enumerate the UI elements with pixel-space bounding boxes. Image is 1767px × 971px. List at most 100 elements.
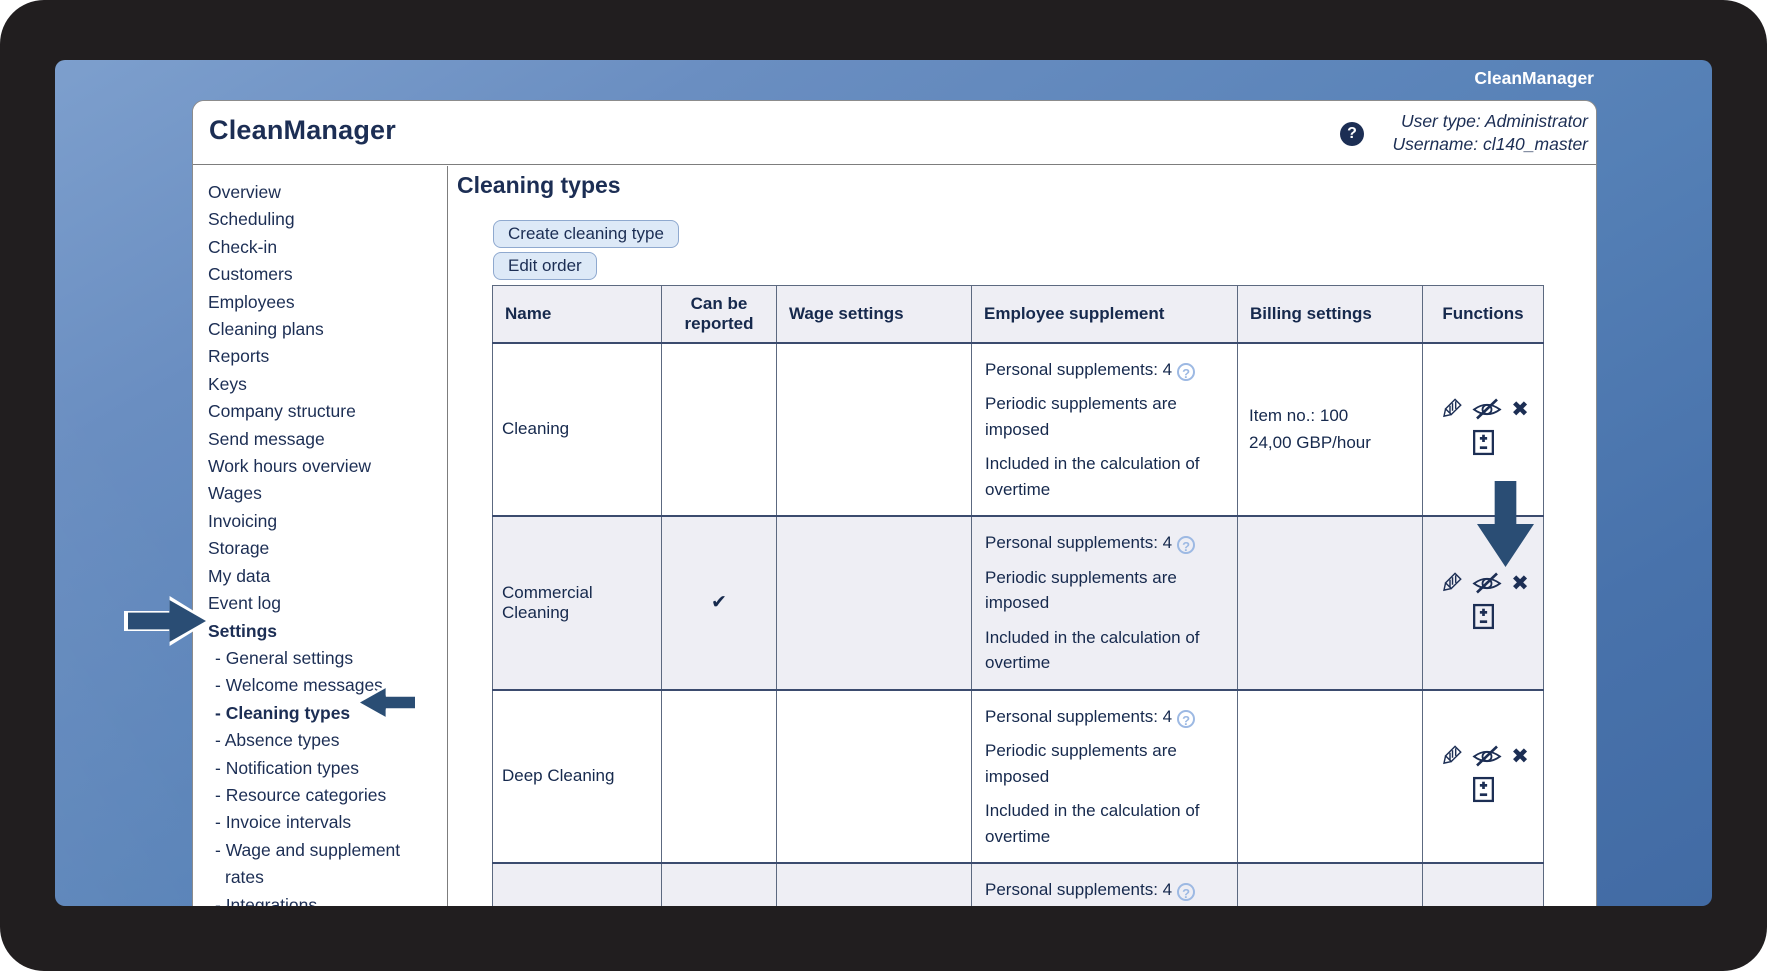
sidebar-item-my-data[interactable]: My data <box>208 563 447 590</box>
table-header-row: Name Can be reported Wage settings Emplo… <box>493 286 1544 343</box>
cell-functions: ✖ <box>1423 863 1544 906</box>
sidebar-list: Overview Scheduling Check-in Customers E… <box>208 179 447 906</box>
sidebar-item-wages[interactable]: Wages <box>208 480 447 507</box>
help-circle-icon[interactable]: ? <box>1177 883 1195 901</box>
sidebar-item-employees[interactable]: Employees <box>208 289 447 316</box>
personal-supplements-text: Personal supplements: 4 <box>985 880 1172 899</box>
sidebar-item-absence-types[interactable]: - Absence types <box>208 727 413 754</box>
sidebar-nav: Overview Scheduling Check-in Customers E… <box>193 166 448 906</box>
sidebar-item-scheduling[interactable]: Scheduling <box>208 206 447 233</box>
cell-reported: ✔ <box>662 516 777 690</box>
personal-supplements-text: Personal supplements: 4 <box>985 533 1172 552</box>
supplement-order-icon[interactable] <box>1472 429 1495 456</box>
delete-icon[interactable]: ✖ <box>1511 399 1529 420</box>
sidebar-item-wage-supplement-rates[interactable]: - Wage and supplement rates <box>208 837 413 892</box>
help-circle-icon[interactable]: ? <box>1177 710 1195 728</box>
delete-icon[interactable]: ✖ <box>1511 746 1529 767</box>
supplement-order-icon[interactable] <box>1472 776 1495 803</box>
app-panel: CleanManager ? User type: Administrator … <box>192 100 1597 906</box>
sidebar-item-integrations[interactable]: - Integrations <box>208 892 413 906</box>
col-header-wage-settings: Wage settings <box>777 286 972 343</box>
cell-wage-settings <box>777 863 972 906</box>
cell-wage-settings <box>777 343 972 517</box>
window-brand-label: CleanManager <box>1474 68 1594 89</box>
page-title: Cleaning types <box>457 172 621 199</box>
sidebar-item-overview[interactable]: Overview <box>208 179 447 206</box>
table-row: Deep Cleaning Personal supplements: 4? P… <box>493 690 1544 864</box>
edit-order-button[interactable]: Edit order <box>493 252 597 280</box>
cell-billing <box>1238 516 1423 690</box>
periodic-supplements-text: Periodic supplements are imposed <box>985 565 1227 616</box>
cell-name: Deep Cleaning <box>493 690 662 864</box>
screenshot-stage: CleanManager CleanManager ? User type: A… <box>0 0 1767 971</box>
hide-icon[interactable] <box>1472 397 1502 422</box>
billing-rate: 24,00 GBP/hour <box>1249 433 1422 453</box>
sidebar-item-customers[interactable]: Customers <box>208 261 447 288</box>
col-header-functions: Functions <box>1423 286 1544 343</box>
hide-icon[interactable] <box>1472 744 1502 769</box>
help-circle-icon[interactable]: ? <box>1177 536 1195 554</box>
sidebar-item-send-message[interactable]: Send message <box>208 426 447 453</box>
cell-employee-supplement: Personal supplements: 4? Periodic supple… <box>972 516 1238 690</box>
sidebar-item-notification-types[interactable]: - Notification types <box>208 755 413 782</box>
cell-name: Commercial Cleaning <box>493 516 662 690</box>
supplement-order-icon[interactable] <box>1472 603 1495 630</box>
col-header-billing-settings: Billing settings <box>1238 286 1423 343</box>
cell-wage-settings <box>777 690 972 864</box>
cell-functions: ✖ <box>1423 690 1544 864</box>
table-row: Commercial Cleaning ✔ Personal supplemen… <box>493 516 1544 690</box>
hide-icon[interactable] <box>1472 571 1502 596</box>
edit-icon[interactable] <box>1437 744 1463 769</box>
sidebar-item-company-structure[interactable]: Company structure <box>208 398 447 425</box>
cell-employee-supplement: Personal supplements: 4? Periodic supple… <box>972 863 1238 906</box>
cell-functions: ✖ <box>1423 516 1544 690</box>
periodic-supplements-text: Periodic supplements are imposed <box>985 391 1227 442</box>
sidebar-item-cleaning-plans[interactable]: Cleaning plans <box>208 316 447 343</box>
username-label: Username: cl140_master <box>1393 133 1589 156</box>
app-title: CleanManager <box>209 115 396 146</box>
overtime-text: Included in the calculation of overtime <box>985 798 1227 849</box>
cell-name: Regular Cleaning <box>493 863 662 906</box>
sidebar-item-work-hours-overview[interactable]: Work hours overview <box>208 453 447 480</box>
cell-billing <box>1238 863 1423 906</box>
help-circle-icon[interactable]: ? <box>1177 363 1195 381</box>
col-header-can-be-reported: Can be reported <box>662 286 777 343</box>
table-row: Cleaning Personal supplements: 4? Period… <box>493 343 1544 517</box>
table-row: Regular Cleaning Personal supplements: 4… <box>493 863 1544 906</box>
sidebar-item-keys[interactable]: Keys <box>208 371 447 398</box>
edit-icon[interactable] <box>1437 397 1463 422</box>
cell-name: Cleaning <box>493 343 662 517</box>
sidebar-item-storage[interactable]: Storage <box>208 535 447 562</box>
cell-functions: ✖ <box>1423 343 1544 517</box>
help-icon[interactable]: ? <box>1340 122 1364 146</box>
delete-icon[interactable]: ✖ <box>1511 573 1529 594</box>
cell-billing: Item no.: 100 24,00 GBP/hour <box>1238 343 1423 517</box>
sidebar-item-invoice-intervals[interactable]: - Invoice intervals <box>208 809 413 836</box>
cell-reported <box>662 343 777 517</box>
sidebar-item-general-settings[interactable]: - General settings <box>208 645 413 672</box>
sidebar-item-settings[interactable]: Settings <box>208 618 447 645</box>
sidebar-item-invoicing[interactable]: Invoicing <box>208 508 447 535</box>
sidebar-item-resource-categories[interactable]: - Resource categories <box>208 782 413 809</box>
col-header-employee-supplement: Employee supplement <box>972 286 1238 343</box>
overtime-text: Included in the calculation of overtime <box>985 451 1227 502</box>
sidebar-item-event-log[interactable]: Event log <box>208 590 447 617</box>
sidebar-item-check-in[interactable]: Check-in <box>208 234 447 261</box>
overtime-text: Included in the calculation of overtime <box>985 625 1227 676</box>
edit-icon[interactable] <box>1437 571 1463 596</box>
col-header-name: Name <box>493 286 662 343</box>
periodic-supplements-text: Periodic supplements are imposed <box>985 738 1227 789</box>
cell-employee-supplement: Personal supplements: 4? Periodic supple… <box>972 690 1238 864</box>
billing-item-no: Item no.: 100 <box>1249 406 1422 426</box>
cell-reported <box>662 863 777 906</box>
cleaning-types-table: Name Can be reported Wage settings Emplo… <box>492 285 1544 906</box>
cell-wage-settings <box>777 516 972 690</box>
cell-billing <box>1238 690 1423 864</box>
create-cleaning-type-button[interactable]: Create cleaning type <box>493 220 679 248</box>
user-type-label: User type: Administrator <box>1393 110 1589 133</box>
cell-reported <box>662 690 777 864</box>
app-header: CleanManager ? User type: Administrator … <box>193 101 1596 165</box>
personal-supplements-text: Personal supplements: 4 <box>985 360 1172 379</box>
device-frame: CleanManager CleanManager ? User type: A… <box>0 0 1767 971</box>
sidebar-item-reports[interactable]: Reports <box>208 343 447 370</box>
